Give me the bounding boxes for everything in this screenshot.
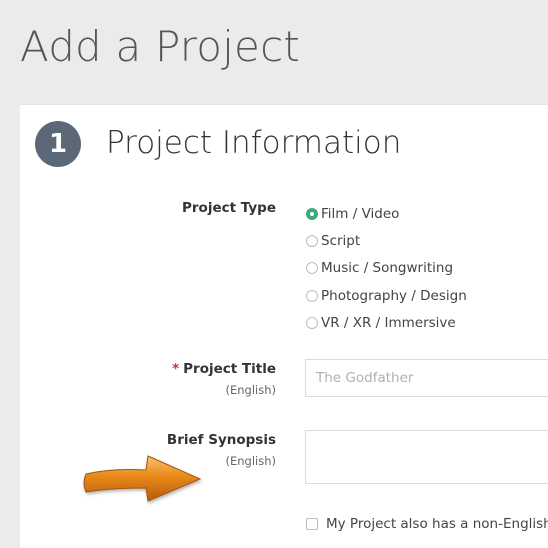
radio-option-vr-xr-immersive[interactable]: VR / XR / Immersive: [306, 309, 467, 336]
brief-synopsis-label-text: Brief Synopsis: [166, 432, 276, 448]
non-english-checkbox[interactable]: [306, 518, 318, 530]
radio-button[interactable]: [306, 289, 318, 302]
project-title-label: * Project Title (English): [172, 361, 276, 397]
project-type-label: Project Type: [182, 200, 276, 216]
brief-synopsis-textarea[interactable]: [305, 430, 548, 484]
project-information-card: 1 Project Information Project Type Film …: [20, 104, 548, 548]
section-title: Project Information: [106, 125, 402, 161]
page-title: Add a Project: [20, 22, 301, 71]
radio-option-photography-design[interactable]: Photography / Design: [306, 282, 467, 309]
project-title-sublabel: (English): [225, 383, 277, 397]
radio-option-label: VR / XR / Immersive: [321, 314, 456, 331]
radio-option-label: Photography / Design: [321, 287, 467, 304]
radio-option-label: Music / Songwriting: [321, 260, 454, 277]
non-english-checkbox-row[interactable]: My Project also has a non-English T: [306, 516, 548, 532]
page: Add a Project 1 Project Information Proj…: [0, 0, 548, 548]
radio-button-checked[interactable]: [306, 207, 318, 220]
required-indicator: *: [172, 361, 180, 377]
radio-button[interactable]: [306, 262, 318, 275]
radio-button[interactable]: [306, 316, 318, 329]
radio-option-label: Film / Video: [321, 205, 400, 222]
non-english-checkbox-label: My Project also has a non-English T: [326, 516, 548, 532]
brief-synopsis-label: Brief Synopsis (English): [167, 432, 276, 468]
project-title-input[interactable]: [305, 359, 548, 397]
project-title-label-text: Project Title: [183, 361, 276, 377]
project-type-radio-group: Film / Video Script Music / Songwriting …: [306, 200, 467, 336]
step-badge: 1: [35, 121, 81, 167]
brief-synopsis-sublabel: (English): [225, 454, 277, 468]
radio-option-music-songwriting[interactable]: Music / Songwriting: [306, 255, 467, 282]
radio-option-script[interactable]: Script: [306, 227, 467, 254]
radio-button[interactable]: [306, 234, 318, 247]
project-type-label-text: Project Type: [182, 200, 276, 216]
radio-option-film-video[interactable]: Film / Video: [306, 200, 467, 227]
radio-option-label: Script: [321, 232, 361, 249]
